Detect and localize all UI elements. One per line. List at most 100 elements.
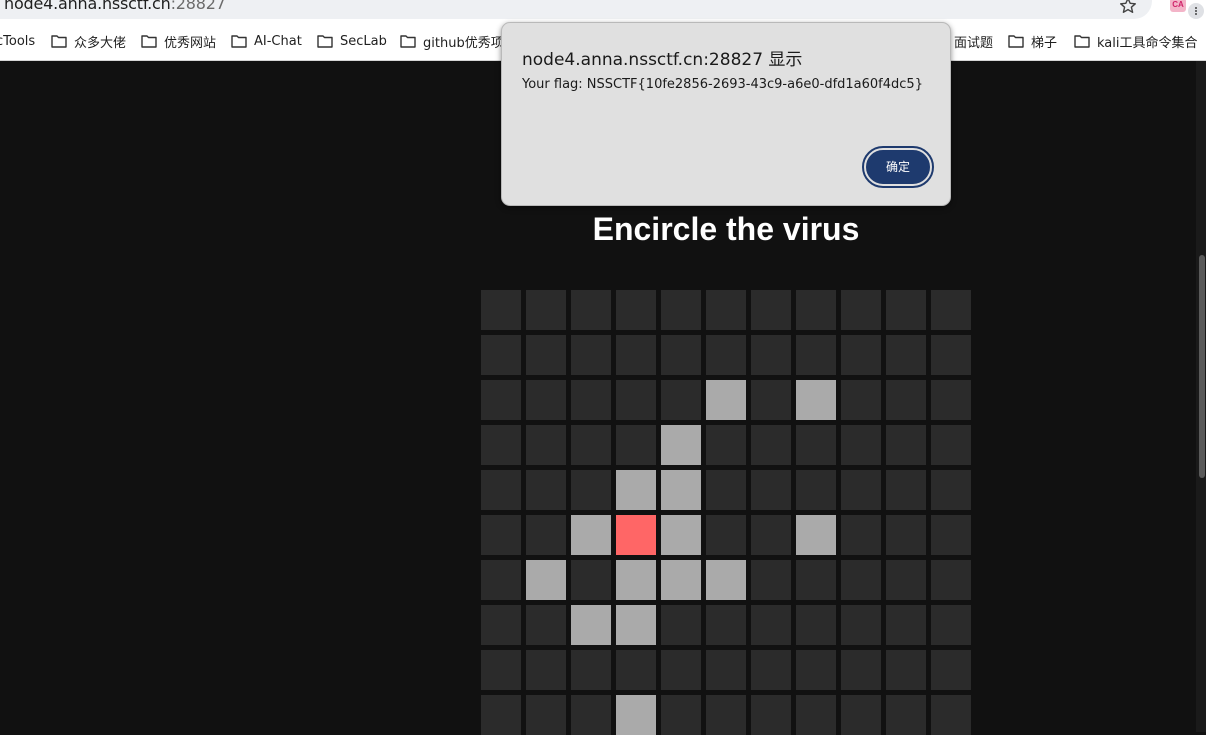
- empty-cell[interactable]: [526, 290, 566, 330]
- empty-cell[interactable]: [841, 470, 881, 510]
- empty-cell[interactable]: [841, 515, 881, 555]
- empty-cell[interactable]: [751, 560, 791, 600]
- empty-cell[interactable]: [706, 695, 746, 735]
- wall-cell[interactable]: [661, 560, 701, 600]
- wall-cell[interactable]: [571, 605, 611, 645]
- empty-cell[interactable]: [796, 290, 836, 330]
- empty-cell[interactable]: [886, 515, 926, 555]
- empty-cell[interactable]: [931, 650, 971, 690]
- empty-cell[interactable]: [571, 425, 611, 465]
- empty-cell[interactable]: [661, 290, 701, 330]
- empty-cell[interactable]: [931, 515, 971, 555]
- empty-cell[interactable]: [796, 335, 836, 375]
- empty-cell[interactable]: [481, 380, 521, 420]
- empty-cell[interactable]: [886, 560, 926, 600]
- bookmark-folder-websites[interactable]: 优秀网站: [141, 31, 216, 51]
- bookmark-folder-ladder[interactable]: 梯子: [1008, 31, 1057, 51]
- virus-cell[interactable]: [616, 515, 656, 555]
- empty-cell[interactable]: [796, 650, 836, 690]
- empty-cell[interactable]: [796, 425, 836, 465]
- wall-cell[interactable]: [526, 560, 566, 600]
- wall-cell[interactable]: [616, 560, 656, 600]
- empty-cell[interactable]: [571, 335, 611, 375]
- empty-cell[interactable]: [706, 605, 746, 645]
- empty-cell[interactable]: [481, 560, 521, 600]
- empty-cell[interactable]: [886, 605, 926, 645]
- empty-cell[interactable]: [841, 695, 881, 735]
- empty-cell[interactable]: [796, 560, 836, 600]
- empty-cell[interactable]: [481, 335, 521, 375]
- empty-cell[interactable]: [571, 470, 611, 510]
- wall-cell[interactable]: [706, 560, 746, 600]
- empty-cell[interactable]: [931, 470, 971, 510]
- bookmark-folder-github[interactable]: github优秀项目: [400, 31, 517, 51]
- empty-cell[interactable]: [841, 380, 881, 420]
- empty-cell[interactable]: [481, 650, 521, 690]
- bookmark-folder-seclab[interactable]: SecLab: [317, 31, 387, 51]
- empty-cell[interactable]: [886, 425, 926, 465]
- empty-cell[interactable]: [571, 695, 611, 735]
- empty-cell[interactable]: [481, 695, 521, 735]
- empty-cell[interactable]: [661, 380, 701, 420]
- empty-cell[interactable]: [481, 425, 521, 465]
- empty-cell[interactable]: [841, 650, 881, 690]
- empty-cell[interactable]: [481, 470, 521, 510]
- empty-cell[interactable]: [751, 605, 791, 645]
- empty-cell[interactable]: [931, 335, 971, 375]
- empty-cell[interactable]: [751, 425, 791, 465]
- empty-cell[interactable]: [886, 380, 926, 420]
- empty-cell[interactable]: [931, 380, 971, 420]
- empty-cell[interactable]: [571, 560, 611, 600]
- empty-cell[interactable]: [931, 290, 971, 330]
- wall-cell[interactable]: [616, 470, 656, 510]
- empty-cell[interactable]: [751, 290, 791, 330]
- empty-cell[interactable]: [616, 290, 656, 330]
- empty-cell[interactable]: [751, 470, 791, 510]
- empty-cell[interactable]: [796, 470, 836, 510]
- empty-cell[interactable]: [841, 290, 881, 330]
- empty-cell[interactable]: [526, 650, 566, 690]
- empty-cell[interactable]: [571, 290, 611, 330]
- empty-cell[interactable]: [751, 380, 791, 420]
- empty-cell[interactable]: [526, 470, 566, 510]
- empty-cell[interactable]: [886, 335, 926, 375]
- bookmark-star-icon[interactable]: [1118, 0, 1138, 16]
- empty-cell[interactable]: [751, 335, 791, 375]
- empty-cell[interactable]: [526, 515, 566, 555]
- empty-cell[interactable]: [661, 695, 701, 735]
- extension-icon[interactable]: CA: [1170, 0, 1186, 12]
- empty-cell[interactable]: [706, 335, 746, 375]
- empty-cell[interactable]: [526, 605, 566, 645]
- url-text[interactable]: node4.anna.nssctf.cn:28827: [4, 0, 226, 13]
- empty-cell[interactable]: [706, 650, 746, 690]
- bookmark-folder-kali[interactable]: kali工具命令集合: [1074, 31, 1198, 51]
- empty-cell[interactable]: [841, 560, 881, 600]
- empty-cell[interactable]: [616, 380, 656, 420]
- ok-button[interactable]: 确定: [862, 146, 934, 188]
- bookmark-folder-ai-chat[interactable]: AI-Chat: [231, 31, 302, 51]
- empty-cell[interactable]: [661, 335, 701, 375]
- empty-cell[interactable]: [931, 425, 971, 465]
- empty-cell[interactable]: [616, 335, 656, 375]
- empty-cell[interactable]: [706, 290, 746, 330]
- bookmark-folder-interview[interactable]: 面试题: [954, 31, 993, 51]
- empty-cell[interactable]: [841, 335, 881, 375]
- empty-cell[interactable]: [751, 650, 791, 690]
- scrollbar-thumb[interactable]: [1199, 255, 1205, 478]
- empty-cell[interactable]: [886, 650, 926, 690]
- empty-cell[interactable]: [571, 650, 611, 690]
- empty-cell[interactable]: [571, 380, 611, 420]
- empty-cell[interactable]: [931, 560, 971, 600]
- empty-cell[interactable]: [931, 695, 971, 735]
- empty-cell[interactable]: [706, 515, 746, 555]
- empty-cell[interactable]: [886, 695, 926, 735]
- empty-cell[interactable]: [661, 605, 701, 645]
- wall-cell[interactable]: [661, 515, 701, 555]
- wall-cell[interactable]: [571, 515, 611, 555]
- empty-cell[interactable]: [481, 290, 521, 330]
- wall-cell[interactable]: [706, 380, 746, 420]
- empty-cell[interactable]: [841, 605, 881, 645]
- empty-cell[interactable]: [526, 335, 566, 375]
- browser-menu-icon[interactable]: [1188, 3, 1204, 19]
- empty-cell[interactable]: [526, 695, 566, 735]
